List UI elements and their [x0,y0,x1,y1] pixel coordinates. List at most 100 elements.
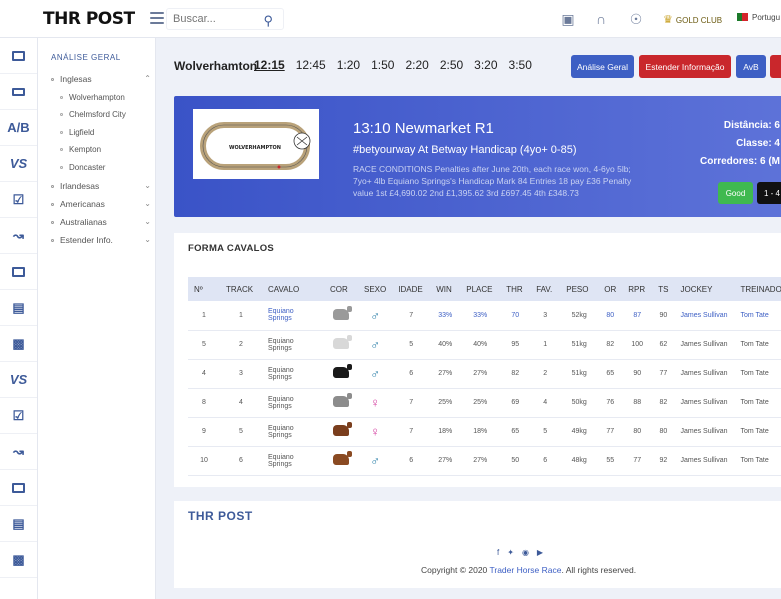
column-header[interactable]: TREINADOR [734,277,781,301]
column-header[interactable]: WIN [430,277,461,301]
scan-icon[interactable]: ▣ [560,11,576,27]
checklist-icon[interactable]: ☑ [0,398,37,434]
column-header[interactable]: CAVALO [262,277,324,301]
nav-group-estender[interactable]: Estender Info. ⌄ [51,235,151,245]
table-row[interactable]: 5 2 Equiano Springs ♂ 5 40% 40% 95 1 51kg 82 100 62 J… [188,330,781,360]
analise-geral-button[interactable]: Análise Geral [571,55,634,78]
horseshoe-icon[interactable]: ∩ [593,11,609,27]
ticket-icon[interactable]: ▩ [0,326,37,362]
youtube-icon[interactable]: ▶ [537,548,551,557]
table-row[interactable]: 10 6 Equiano Springs ♂ 6 27% 27% 50 6 48kg 55 77 92 J… [188,446,781,476]
jockey-link[interactable]: James Sullivan [674,388,735,418]
column-header[interactable]: TRACK [220,277,262,301]
logo[interactable]: THR POST [43,9,135,29]
monitor-icon[interactable] [0,38,37,74]
trainer-link[interactable]: Tom Tate [734,446,781,476]
monitor-icon[interactable] [0,254,37,290]
vs-icon[interactable]: VS [0,362,37,398]
horse-name-link[interactable]: Equiano Springs [262,301,324,331]
vs-icon[interactable]: VS [0,146,37,182]
nav-group-irlandesas[interactable]: Irlandesas ⌄ [51,181,151,191]
horse-name-link[interactable]: Equiano Springs [262,359,324,389]
facebook-icon[interactable]: f [497,548,507,557]
column-header[interactable]: FAV. [530,277,561,301]
nav-group-australianas[interactable]: Australianas ⌄ [51,217,151,227]
estender-informacao-button[interactable]: Estender Informação [639,55,731,78]
desktop-icon[interactable] [0,74,37,110]
race-time-tab[interactable]: 12:45 [296,58,326,72]
trader-horse-race-link[interactable]: Trader Horse Race [490,565,562,575]
race-time-tab[interactable]: 2:50 [440,58,463,72]
weight-cell: 50kg [560,388,599,418]
horse-name-link[interactable]: Equiano Springs [262,388,324,418]
column-header[interactable]: THR [500,277,531,301]
language-selector[interactable]: Portugu [737,13,780,22]
nav-item-doncaster[interactable]: Doncaster [60,163,105,172]
extra-button[interactable] [770,55,781,78]
trainer-link[interactable]: Tom Tate [734,388,781,418]
runner-number: 10 [188,446,220,476]
trainer-link[interactable]: Tom Tate [734,417,781,447]
trophy-icon[interactable]: ☉ [628,11,644,27]
monitor-icon[interactable] [0,470,37,506]
column-header[interactable]: IDADE [392,277,431,301]
nav-group-inglesas[interactable]: Inglesas ⌃ [51,74,151,84]
search-input[interactable] [167,9,257,29]
jockey-link[interactable]: James Sullivan [674,330,735,360]
chart-icon[interactable]: ↝ [0,434,37,470]
gold-club-link[interactable]: ♛ GOLD CLUB [663,13,722,26]
table-row[interactable]: 8 4 Equiano Springs ♀ 7 25% 25% 69 4 50kg 76 88 82 Ja… [188,388,781,418]
column-header[interactable]: RPR [622,277,653,301]
table-row[interactable]: 9 5 Equiano Springs ♀ 7 18% 18% 65 5 49kg 77 80 80 Ja… [188,417,781,447]
server-icon[interactable]: ▤ [0,506,37,542]
column-header[interactable]: Nº [188,277,220,301]
win-cell: 25% [430,388,461,418]
twitter-icon[interactable]: ✦ [507,548,522,557]
fav-cell: 5 [530,417,561,447]
server-icon[interactable]: ▤ [0,290,37,326]
nav-item-chelmsford[interactable]: Chelmsford City [60,110,126,119]
nav-group-americanas[interactable]: Americanas ⌄ [51,199,151,209]
column-header[interactable]: PLACE [460,277,501,301]
jockey-link[interactable]: James Sullivan [674,359,735,389]
nav-item-ligfield[interactable]: Ligfield [60,128,94,137]
race-time-tab[interactable]: 1:50 [371,58,394,72]
search-icon[interactable]: ⚲ [263,13,273,29]
odds-badge[interactable]: 1 - 4 [757,182,781,204]
race-time-tab[interactable]: 12:15 [254,58,285,72]
race-time-tab[interactable]: 2:20 [405,58,428,72]
trainer-link[interactable]: Tom Tate [734,359,781,389]
instagram-icon[interactable]: ◉ [522,548,537,557]
jockey-link[interactable]: James Sullivan [674,417,735,447]
trainer-link[interactable]: Tom Tate [734,301,781,331]
horse-name-link[interactable]: Equiano Springs [262,446,324,476]
avb-button[interactable]: AvB [736,55,766,78]
table-row[interactable]: 1 1 Equiano Springs ♂ 7 33% 33% 70 3 52kg 80 87 90 Ja… [188,301,781,331]
race-time-tab[interactable]: 1:20 [337,58,360,72]
win-cell: 33% [430,301,461,331]
trainer-link[interactable]: Tom Tate [734,330,781,360]
secondary-nav: ANÁLISE GERAL Inglesas ⌃ Wolverhampton Ch… [38,38,156,599]
column-header[interactable]: PESO [560,277,599,301]
nav-item-wolverhampton[interactable]: Wolverhampton [60,93,125,102]
race-time-tab[interactable]: 3:50 [509,58,532,72]
nav-item-kempton[interactable]: Kempton [60,145,101,154]
chart-icon[interactable]: ↝ [0,218,37,254]
column-header[interactable]: OR [598,277,623,301]
ab-icon[interactable]: A/B [0,110,37,146]
menu-icon[interactable] [150,12,164,24]
race-time-tab[interactable]: 3:20 [474,58,497,72]
jockey-link[interactable]: James Sullivan [674,301,735,331]
jockey-link[interactable]: James Sullivan [674,446,735,476]
column-header[interactable]: SEXO [358,277,393,301]
table-row[interactable]: 4 3 Equiano Springs ♂ 6 27% 27% 82 2 51kg 65 90 77 Ja… [188,359,781,389]
weight-cell: 49kg [560,417,599,447]
column-header[interactable]: COR [324,277,358,301]
going-badge[interactable]: Good [718,182,753,204]
column-header[interactable]: TS [652,277,675,301]
horse-name-link[interactable]: Equiano Springs [262,417,324,447]
ticket-icon[interactable]: ▩ [0,542,37,578]
column-header[interactable]: JOCKEY [674,277,735,301]
horse-name-link[interactable]: Equiano Springs [262,330,324,360]
checklist-icon[interactable]: ☑ [0,182,37,218]
